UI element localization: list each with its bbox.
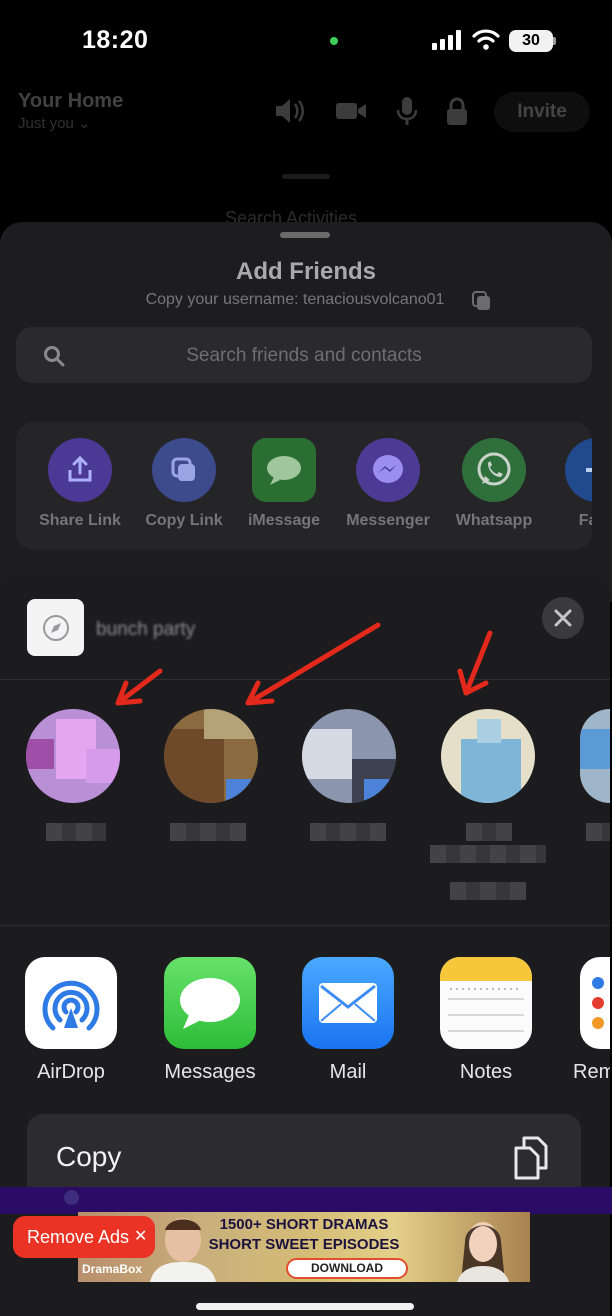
close-ad-icon[interactable]: ✕ bbox=[134, 1226, 147, 1246]
annotation-arrows bbox=[115, 622, 493, 706]
arrow-2 bbox=[245, 622, 381, 706]
add-friends-sheet: Add Friends Copy your username: tenaciou… bbox=[0, 222, 612, 602]
status-bar: 18:20 30 bbox=[0, 0, 612, 80]
messages-button[interactable]: Messages bbox=[155, 957, 265, 1084]
airdrop-label: AirDrop bbox=[37, 1061, 105, 1083]
share-link-button[interactable]: Share Link bbox=[25, 438, 135, 530]
microphone-icon bbox=[396, 97, 418, 125]
copy-icon[interactable] bbox=[471, 291, 493, 311]
reminders-icon bbox=[592, 977, 604, 1029]
battery-indicator: 30 bbox=[509, 30, 553, 52]
background-app-header: Your Home Just you ⌄ Invite Search Activ… bbox=[0, 80, 612, 230]
airdrop-icon bbox=[42, 980, 100, 1031]
arrow-1 bbox=[115, 668, 163, 706]
contact-name bbox=[430, 845, 546, 863]
copy-link-button[interactable]: Copy Link bbox=[129, 438, 239, 530]
mail-label: Mail bbox=[329, 1061, 367, 1083]
messages-icon bbox=[180, 978, 240, 1029]
copy-link-icon bbox=[171, 457, 195, 481]
imessage-button[interactable]: iMessage bbox=[229, 438, 339, 530]
copy-documents-icon bbox=[514, 1136, 548, 1180]
whatsapp-icon bbox=[477, 452, 511, 486]
share-options-row: Share Link Copy Link iMessage Messenger … bbox=[16, 422, 592, 550]
ad-indicator-dot bbox=[64, 1190, 79, 1205]
facebook-icon bbox=[586, 468, 592, 472]
contact-name bbox=[466, 823, 512, 841]
copy-label: Copy bbox=[56, 1141, 122, 1172]
contact-name bbox=[46, 823, 106, 841]
camera-in-use-indicator bbox=[330, 37, 338, 45]
contacts-divider bbox=[0, 925, 610, 926]
wifi-icon bbox=[472, 29, 500, 50]
facebook-label: Face bbox=[578, 512, 592, 529]
cellular-signal-icon bbox=[432, 30, 461, 50]
home-subtitle: Just you ⌄ bbox=[18, 115, 91, 132]
contact-avatar[interactable] bbox=[26, 709, 120, 803]
copy-link-label: Copy Link bbox=[145, 512, 223, 529]
whatsapp-button[interactable]: Whatsapp bbox=[439, 438, 549, 530]
notes-icon bbox=[440, 957, 532, 1032]
notes-button[interactable]: Notes bbox=[431, 957, 541, 1084]
search-placeholder: Search friends and contacts bbox=[186, 345, 422, 366]
whatsapp-label: Whatsapp bbox=[455, 512, 533, 529]
notes-label: Notes bbox=[459, 1061, 513, 1083]
contact-name bbox=[586, 823, 610, 841]
ad-strip bbox=[0, 1187, 612, 1214]
reminders-label: Rem bbox=[573, 1061, 610, 1083]
contact-name bbox=[450, 882, 526, 900]
imessage-label: iMessage bbox=[247, 512, 321, 529]
mail-button[interactable]: Mail bbox=[293, 957, 403, 1084]
copy-username-text[interactable]: Copy your username: tenaciousvolcano01 bbox=[0, 291, 590, 309]
contact-avatar[interactable] bbox=[164, 709, 258, 803]
facebook-button[interactable]: Face bbox=[542, 438, 592, 530]
contact-avatar[interactable] bbox=[302, 709, 396, 803]
home-indicator[interactable] bbox=[196, 1303, 414, 1310]
arrow-3 bbox=[457, 630, 493, 696]
lock-icon bbox=[447, 97, 467, 125]
friends-search-input[interactable]: Search friends and contacts bbox=[16, 327, 592, 383]
video-camera-icon bbox=[336, 103, 366, 119]
home-title: Your Home bbox=[18, 90, 124, 112]
status-time: 18:20 bbox=[82, 26, 149, 54]
messages-label: Messages bbox=[164, 1061, 256, 1083]
contact-name bbox=[310, 823, 386, 841]
airdrop-button[interactable]: AirDrop bbox=[16, 957, 126, 1084]
messenger-icon bbox=[373, 455, 403, 483]
contact-avatar[interactable] bbox=[580, 709, 610, 803]
add-friends-title: Add Friends bbox=[235, 258, 376, 285]
imessage-icon bbox=[267, 456, 301, 485]
contact-avatar[interactable] bbox=[441, 709, 535, 803]
sheet-grabber[interactable] bbox=[280, 232, 330, 238]
speaker-icon bbox=[276, 99, 304, 123]
ad-brand-logo: DramaBox bbox=[82, 1262, 143, 1276]
messenger-button[interactable]: Messenger bbox=[333, 438, 443, 530]
battery-cap bbox=[553, 37, 556, 45]
messenger-label: Messenger bbox=[346, 512, 430, 529]
share-upload-icon bbox=[68, 455, 92, 482]
ad-download-button[interactable]: DOWNLOAD bbox=[286, 1258, 408, 1279]
contact-name bbox=[170, 823, 246, 841]
background-handle bbox=[282, 174, 330, 179]
share-link-label: Share Link bbox=[39, 512, 121, 529]
invite-button[interactable]: Invite bbox=[494, 92, 590, 132]
mail-icon bbox=[319, 983, 377, 1023]
reminders-button[interactable]: Rem bbox=[570, 957, 610, 1084]
